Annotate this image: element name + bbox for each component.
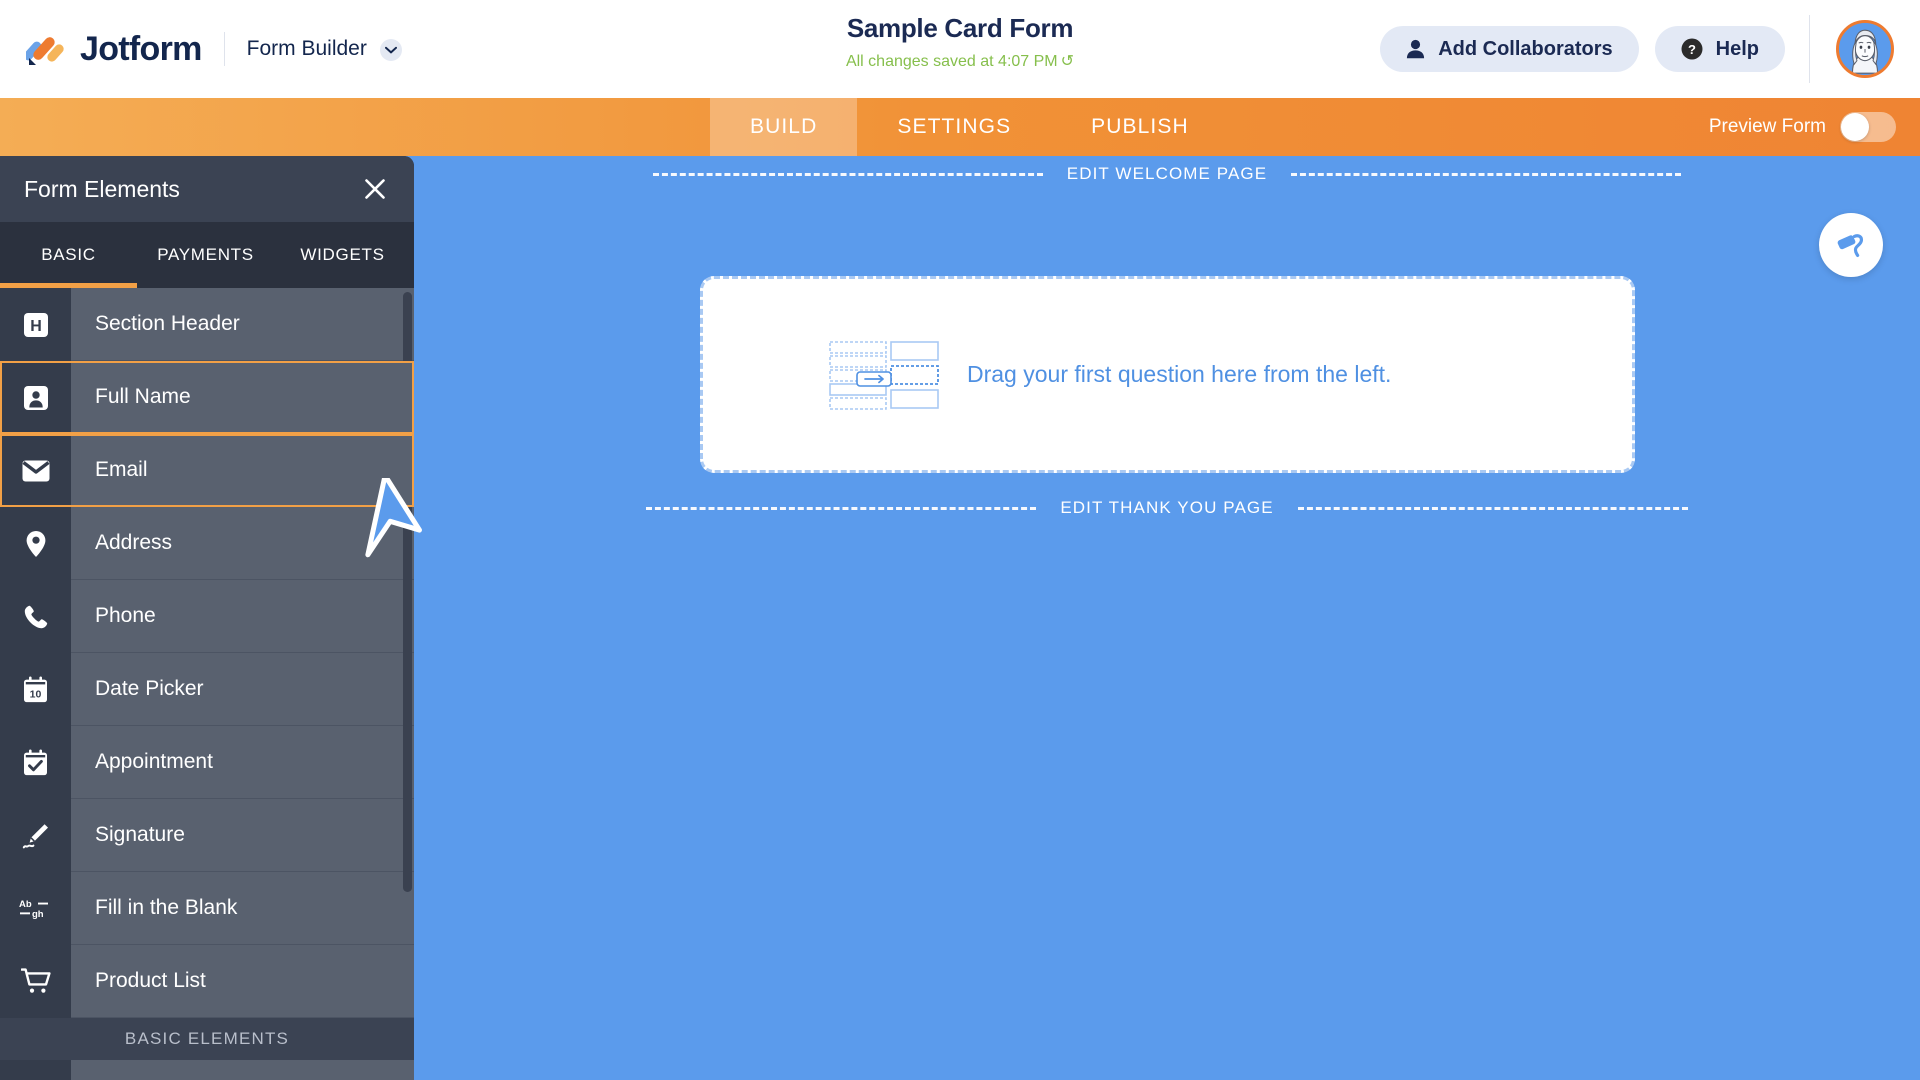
form-builder-label: Form Builder bbox=[246, 36, 367, 60]
add-collaborators-button[interactable]: Add Collaborators bbox=[1380, 26, 1639, 72]
avatar-container bbox=[1809, 15, 1894, 83]
dashed-line-right bbox=[1291, 172, 1682, 176]
avatar[interactable] bbox=[1836, 20, 1894, 78]
list-item[interactable]: Address bbox=[0, 507, 414, 580]
list-item[interactable]: Appointment bbox=[0, 726, 414, 799]
tab-settings[interactable]: SETTINGS bbox=[857, 98, 1051, 156]
list-item[interactable]: 10 Date Picker bbox=[0, 653, 414, 726]
list-item-label: Fill in the Blank bbox=[71, 872, 414, 945]
thankyou-page-separator[interactable]: EDIT THANK YOU PAGE bbox=[414, 498, 1920, 518]
brand-divider bbox=[223, 32, 225, 66]
list-item[interactable]: Ab gh Fill in the Blank bbox=[0, 872, 414, 945]
welcome-separator-label: EDIT WELCOME PAGE bbox=[1066, 164, 1268, 183]
list-item-label: Product List bbox=[71, 945, 414, 1018]
elements-list: H Section Header Full Name Email Address… bbox=[0, 288, 414, 1080]
navbar-tabs: BUILD SETTINGS PUBLISH bbox=[710, 98, 1229, 156]
header-actions: Add Collaborators ? Help bbox=[1380, 0, 1920, 98]
next-element-icon bbox=[0, 1060, 71, 1080]
toggle-switch[interactable] bbox=[1840, 112, 1896, 142]
question-dropzone[interactable]: Drag your first question here from the l… bbox=[700, 276, 1635, 473]
list-item-label: Phone bbox=[71, 580, 414, 653]
list-item[interactable]: H Section Header bbox=[0, 288, 414, 361]
form-elements-panel: Form Elements BASIC PAYMENTS WIDGETS H S… bbox=[0, 156, 414, 1080]
help-label: Help bbox=[1715, 37, 1759, 60]
brand-area: Jotform Form Builder bbox=[0, 29, 403, 69]
welcome-page-separator[interactable]: EDIT WELCOME PAGE bbox=[414, 164, 1920, 184]
section-divider: BASIC ELEMENTS bbox=[0, 1018, 414, 1060]
dashed-line-left bbox=[652, 172, 1043, 176]
undo-icon[interactable]: ↺ bbox=[1061, 53, 1074, 70]
svg-text:10: 10 bbox=[30, 689, 42, 701]
svg-text:H: H bbox=[30, 318, 42, 335]
jotform-logo-icon[interactable] bbox=[23, 29, 68, 69]
dropzone-text: Drag your first question here from the l… bbox=[967, 361, 1392, 387]
brand-name: Jotform bbox=[80, 29, 202, 68]
chevron-down-icon bbox=[380, 39, 403, 62]
list-item-label: Appointment bbox=[71, 726, 414, 799]
tab-payments[interactable]: PAYMENTS bbox=[137, 222, 274, 288]
list-item-label: Address bbox=[71, 507, 414, 580]
map-pin-icon bbox=[0, 507, 71, 580]
panel-title: Form Elements bbox=[24, 175, 180, 202]
panel-tabs: BASIC PAYMENTS WIDGETS bbox=[0, 222, 414, 288]
person-square-icon bbox=[0, 361, 71, 434]
list-item[interactable]: Product List bbox=[0, 945, 414, 1018]
form-canvas: EDIT WELCOME PAGE Drag your first questi… bbox=[414, 156, 1920, 1080]
close-icon[interactable] bbox=[360, 174, 390, 204]
shopping-cart-icon bbox=[0, 945, 71, 1018]
panel-header: Form Elements bbox=[0, 156, 414, 222]
drag-question-illustration bbox=[829, 340, 939, 410]
list-item-email[interactable]: Email bbox=[0, 434, 414, 507]
thankyou-separator-label: EDIT THANK YOU PAGE bbox=[1060, 498, 1274, 517]
pen-signature-icon bbox=[0, 799, 71, 872]
list-item[interactable]: Signature bbox=[0, 799, 414, 872]
svg-text:?: ? bbox=[1688, 42, 1696, 57]
tab-widgets[interactable]: WIDGETS bbox=[274, 222, 411, 288]
phone-handset-icon bbox=[0, 580, 71, 653]
preview-form-toggle[interactable]: Preview Form bbox=[1709, 98, 1896, 156]
help-button[interactable]: ? Help bbox=[1654, 26, 1785, 72]
preview-form-label: Preview Form bbox=[1708, 116, 1826, 137]
toggle-knob bbox=[1841, 113, 1869, 141]
list-item-label: Date Picker bbox=[71, 653, 414, 726]
list-item-label: Signature bbox=[71, 799, 414, 872]
list-item-label: Full Name bbox=[71, 361, 414, 434]
envelope-icon bbox=[0, 434, 71, 507]
list-item-label: Section Header bbox=[71, 288, 414, 361]
top-header: Jotform Form Builder Sample Card Form Al… bbox=[0, 0, 1920, 98]
calendar-check-icon bbox=[0, 726, 71, 799]
calendar-10-icon: 10 bbox=[0, 653, 71, 726]
svg-text:Ab: Ab bbox=[19, 899, 32, 910]
build-navbar: BUILD SETTINGS PUBLISH Preview Form bbox=[0, 98, 1920, 156]
list-item-label: Email bbox=[71, 434, 414, 507]
save-status-text: All changes saved at 4:07 PM bbox=[845, 53, 1058, 70]
list-item-full-name[interactable]: Full Name bbox=[0, 361, 414, 434]
header-h-icon: H bbox=[0, 288, 71, 361]
add-collaborators-label: Add Collaborators bbox=[1438, 37, 1613, 60]
tab-publish[interactable]: PUBLISH bbox=[1051, 98, 1229, 156]
tab-build[interactable]: BUILD bbox=[710, 98, 858, 156]
form-designer-button[interactable] bbox=[1819, 213, 1883, 277]
tab-basic[interactable]: BASIC bbox=[0, 222, 137, 288]
form-builder-app: Jotform Form Builder Sample Card Form Al… bbox=[0, 0, 1920, 1080]
question-circle-icon: ? bbox=[1681, 38, 1703, 60]
list-item[interactable]: Phone bbox=[0, 580, 414, 653]
fill-blank-icon: Ab gh bbox=[0, 872, 71, 945]
list-item-label bbox=[71, 1060, 414, 1080]
person-icon bbox=[1406, 39, 1425, 59]
dashed-line-left bbox=[646, 506, 1037, 510]
paint-roller-icon bbox=[1837, 234, 1864, 257]
list-item[interactable] bbox=[0, 1060, 414, 1080]
svg-text:gh: gh bbox=[32, 909, 44, 920]
form-builder-dropdown[interactable]: Form Builder bbox=[247, 37, 403, 62]
dashed-line-right bbox=[1297, 506, 1688, 510]
